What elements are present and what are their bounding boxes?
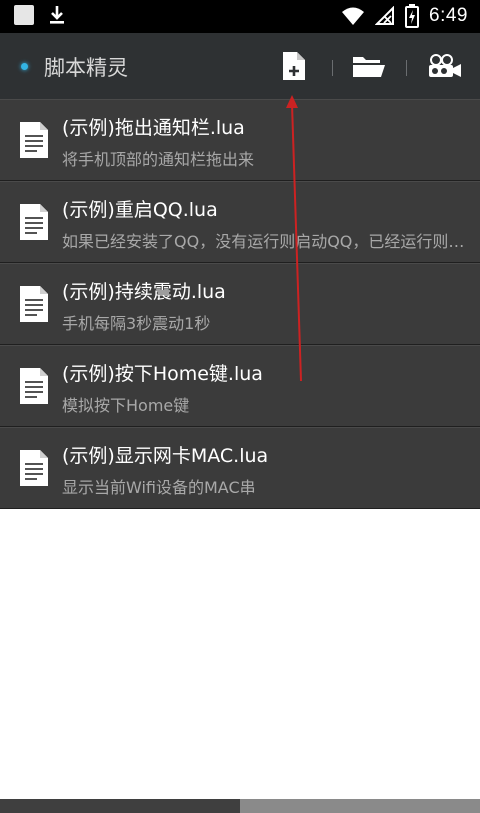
new-script-button[interactable] (277, 49, 311, 83)
status-bar: 6:49 (0, 0, 480, 33)
list-item[interactable]: (示例)重启QQ.lua 如果已经安装了QQ，没有运行则启动QQ，已经运行则重启… (0, 181, 480, 263)
script-file-icon (20, 368, 48, 404)
script-name: (示例)拖出通知栏.lua (62, 117, 245, 139)
script-description: 模拟按下Home键 (62, 396, 190, 415)
script-name: (示例)重启QQ.lua (62, 199, 218, 221)
toolbar-separator (332, 60, 333, 76)
wifi-icon (342, 7, 365, 25)
app-indicator-dot (21, 63, 28, 70)
script-description: 如果已经安装了QQ，没有运行则启动QQ，已经运行则重启QQ (62, 232, 466, 251)
toolbar-separator (406, 60, 407, 76)
battery-charging-icon (405, 4, 420, 28)
script-description: 手机每隔3秒震动1秒 (62, 314, 211, 333)
app-title: 脚本精灵 (44, 56, 128, 80)
script-name: (示例)按下Home键.lua (62, 363, 263, 385)
status-time: 6:49 (429, 5, 468, 26)
bottom-scroll-bar (0, 799, 480, 813)
script-file-icon (20, 286, 48, 322)
record-icon (429, 54, 461, 77)
new-file-icon (283, 52, 305, 80)
list-item[interactable]: (示例)持续震动.lua 手机每隔3秒震动1秒 (0, 263, 480, 345)
script-file-icon (20, 122, 48, 158)
script-description: 将手机顶部的通知栏拖出来 (62, 150, 255, 169)
script-name: (示例)显示网卡MAC.lua (62, 445, 269, 467)
record-button[interactable] (426, 49, 464, 83)
script-list: (示例)拖出通知栏.lua 将手机顶部的通知栏拖出来 (示例)重启QQ.lua … (0, 99, 480, 509)
script-file-icon (20, 204, 48, 240)
status-bar-right: 6:49 (341, 4, 468, 28)
notification-square-icon (14, 5, 34, 25)
download-icon (50, 6, 64, 24)
folder-icon (353, 57, 385, 77)
no-signal-icon (375, 6, 395, 25)
script-name: (示例)持续震动.lua (62, 281, 226, 303)
open-folder-button[interactable] (352, 49, 386, 83)
status-bar-left (14, 5, 66, 25)
list-item[interactable]: (示例)拖出通知栏.lua 将手机顶部的通知栏拖出来 (0, 99, 480, 181)
list-item[interactable]: (示例)显示网卡MAC.lua 显示当前Wifi设备的MAC串 (0, 427, 480, 509)
script-description: 显示当前Wifi设备的MAC串 (62, 478, 256, 497)
bottom-scroll-thumb (0, 799, 240, 813)
list-item[interactable]: (示例)按下Home键.lua 模拟按下Home键 (0, 345, 480, 427)
script-file-icon (20, 450, 48, 486)
